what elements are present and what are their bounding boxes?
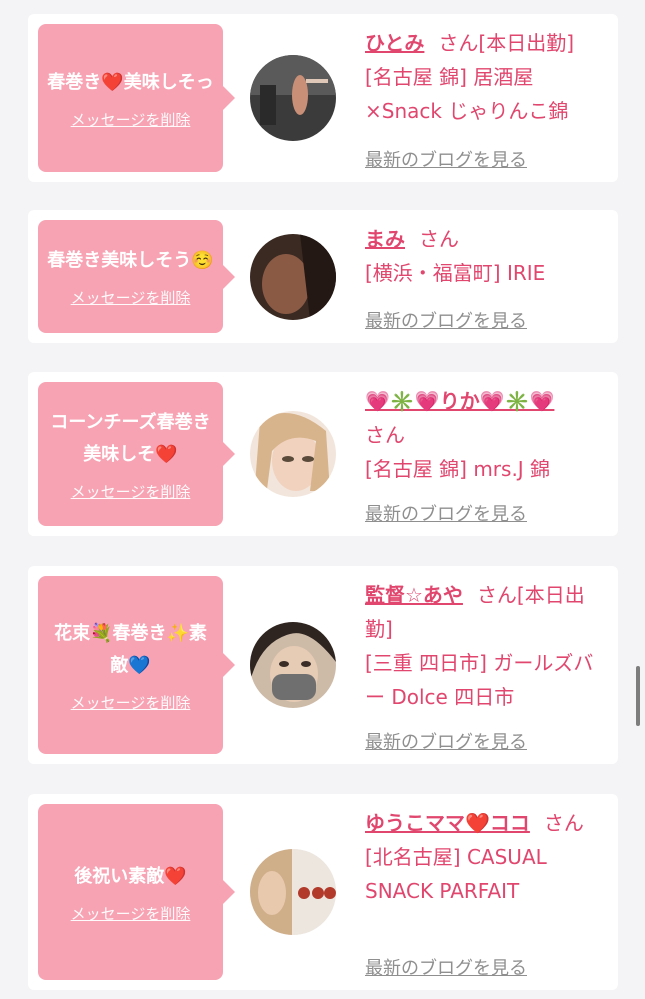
latest-blog-link[interactable]: 最新のブログを見る bbox=[365, 728, 527, 754]
avatar[interactable] bbox=[250, 622, 336, 708]
message-bubble: 花束💐春巻き✨素敵💙 メッセージを削除 bbox=[38, 576, 235, 754]
message-text: 花束💐春巻き✨素敵💙 bbox=[54, 622, 207, 676]
sender-name-link[interactable]: ひとみ bbox=[365, 31, 424, 55]
message-card: 後祝い素敵❤️ メッセージを削除 ゆうこママ❤️ココ さん [北名古屋] CASU… bbox=[28, 794, 618, 990]
delete-message-link[interactable]: メッセージを削除 bbox=[71, 903, 191, 924]
latest-blog-link[interactable]: 最新のブログを見る bbox=[365, 307, 527, 333]
avatar[interactable] bbox=[250, 55, 336, 141]
message-text: 後祝い素敵❤️ bbox=[74, 865, 187, 887]
sender-name-link[interactable]: ゆうこママ❤️ココ bbox=[365, 811, 530, 835]
sender-name-link[interactable]: 💗✳️💗りか💗✳️💗 bbox=[365, 389, 554, 413]
message-list: 春巻き❤️美味しそっ メッセージを削除 ひとみ さん[本日出勤] [名古屋 錦] … bbox=[0, 0, 645, 999]
avatar[interactable] bbox=[250, 411, 336, 497]
message-card: コーンチーズ春巻き美味しそ❤️ メッセージを削除 💗✳️💗りか💗✳️💗 さん [名… bbox=[28, 372, 618, 536]
shop-info: [名古屋 錦] mrs.J 錦 bbox=[365, 457, 551, 481]
message-card: 花束💐春巻き✨素敵💙 メッセージを削除 監督☆あや さん[本日出勤] [三重 四日… bbox=[28, 566, 618, 764]
message-text: 春巻き美味しそう☺️ bbox=[47, 250, 214, 271]
vertical-scrollbar[interactable] bbox=[636, 666, 640, 726]
message-bubble: 春巻き美味しそう☺️ メッセージを削除 bbox=[38, 220, 235, 333]
sender-info: ひとみ さん[本日出勤] [名古屋 錦] 居酒屋×Snack じゃりんこ錦 bbox=[365, 26, 604, 128]
shop-info: [横浜・福富町] IRIE bbox=[365, 261, 546, 285]
shop-info: [名古屋 錦] 居酒屋×Snack じゃりんこ錦 bbox=[365, 65, 569, 123]
delete-message-link[interactable]: メッセージを削除 bbox=[71, 481, 191, 502]
sender-honorific: さん bbox=[543, 811, 584, 835]
message-card: 春巻き❤️美味しそっ メッセージを削除 ひとみ さん[本日出勤] [名古屋 錦] … bbox=[28, 14, 618, 182]
sender-info: ゆうこママ❤️ココ さん [北名古屋] CASUAL SNACK PARFAIT bbox=[365, 806, 604, 908]
message-text: コーンチーズ春巻き美味しそ❤️ bbox=[50, 411, 211, 465]
message-text: 春巻き❤️美味しそっ bbox=[47, 71, 214, 93]
delete-message-link[interactable]: メッセージを削除 bbox=[71, 287, 191, 308]
message-bubble: 後祝い素敵❤️ メッセージを削除 bbox=[38, 804, 235, 980]
latest-blog-link[interactable]: 最新のブログを見る bbox=[365, 146, 527, 172]
sender-honorific: さん bbox=[419, 227, 459, 251]
sender-honorific: さん bbox=[365, 423, 405, 447]
shop-info: [北名古屋] CASUAL SNACK PARFAIT bbox=[365, 845, 547, 903]
sender-name-link[interactable]: まみ bbox=[365, 227, 405, 251]
sender-info: 監督☆あや さん[本日出勤] [三重 四日市] ガールズバー Dolce 四日市 bbox=[365, 578, 604, 714]
sender-name-link[interactable]: 監督☆あや bbox=[365, 583, 463, 607]
sender-honorific: さん[本日出勤] bbox=[438, 31, 575, 55]
avatar[interactable] bbox=[250, 849, 336, 935]
shop-info: [三重 四日市] ガールズバー Dolce 四日市 bbox=[365, 651, 594, 709]
avatar[interactable] bbox=[250, 233, 336, 320]
sender-info: 💗✳️💗りか💗✳️💗 さん [名古屋 錦] mrs.J 錦 bbox=[365, 384, 604, 486]
message-bubble: コーンチーズ春巻き美味しそ❤️ メッセージを削除 bbox=[38, 382, 235, 526]
delete-message-link[interactable]: メッセージを削除 bbox=[71, 109, 191, 130]
delete-message-link[interactable]: メッセージを削除 bbox=[71, 692, 191, 713]
sender-info: まみ さん [横浜・福富町] IRIE bbox=[365, 222, 604, 290]
latest-blog-link[interactable]: 最新のブログを見る bbox=[365, 500, 527, 526]
message-bubble: 春巻き❤️美味しそっ メッセージを削除 bbox=[38, 24, 235, 172]
latest-blog-link[interactable]: 最新のブログを見る bbox=[365, 954, 527, 980]
message-card: 春巻き美味しそう☺️ メッセージを削除 まみ さん [横浜・福富町] IRIE 最… bbox=[28, 210, 618, 343]
